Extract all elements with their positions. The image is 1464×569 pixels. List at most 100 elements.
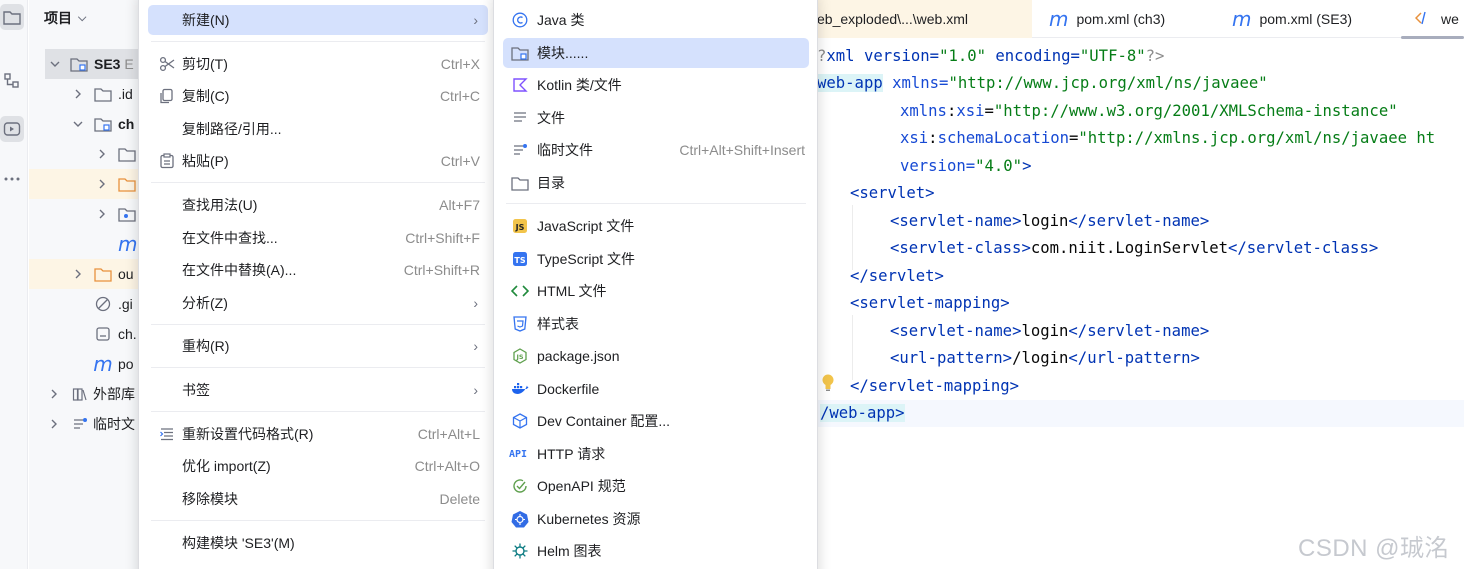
chevron-right-icon[interactable]: [96, 148, 108, 160]
tab-pom-ch3[interactable]: m pom.xml (ch3): [1049, 0, 1165, 38]
tree-label: .id: [118, 86, 133, 102]
tree-row-src-folder[interactable]: [29, 199, 149, 229]
editor-tab-bar: eb_exploded\...\web.xml m pom.xml (ch3) …: [817, 0, 1464, 39]
menu-item-bookmarks[interactable]: 书签 ›: [148, 375, 488, 405]
menu-item-remove-module[interactable]: 移除模块 Delete: [148, 484, 488, 514]
menu-item-reformat-code[interactable]: 重新设置代码格式(R) Ctrl+Alt+L: [148, 419, 488, 449]
code-line-6[interactable]: <servlet>: [850, 180, 935, 207]
chevron-right-icon[interactable]: [72, 88, 84, 100]
submenu-item-file[interactable]: 文件: [503, 103, 809, 133]
file-icon: [511, 109, 529, 127]
menu-item-find-in-files[interactable]: 在文件中查找... Ctrl+Shift+F: [148, 223, 488, 253]
tree-row-folder[interactable]: [29, 139, 149, 169]
tab-label: eb_exploded\...\web.xml: [817, 11, 968, 27]
code-line-10[interactable]: <servlet-mapping>: [850, 290, 1010, 317]
tab-pom-se3[interactable]: m pom.xml (SE3): [1232, 0, 1352, 38]
code-line-5[interactable]: version="4.0">: [900, 153, 1031, 180]
submenu-item-kubernetes[interactable]: Kubernetes 资源: [503, 504, 809, 534]
tab-web-xml[interactable]: we: [1414, 0, 1459, 38]
tree-row-iml[interactable]: ch.: [29, 319, 149, 349]
tree-row-ch3[interactable]: ch: [29, 109, 149, 139]
menu-item-cut[interactable]: 剪切(T) Ctrl+X: [148, 49, 488, 79]
nodejs-icon: JS: [511, 347, 529, 365]
submenu-item-openapi[interactable]: OpenAPI 规范: [503, 471, 809, 501]
code-line-14[interactable]: /web-app>: [820, 400, 905, 427]
submenu-item-stylesheet[interactable]: 样式表: [503, 309, 809, 339]
tree-row-pom-ch[interactable]: m: [29, 229, 149, 259]
indent-guide: [852, 315, 853, 380]
project-folder-icon[interactable]: [0, 4, 24, 30]
menu-item-copy-path[interactable]: 复制路径/引用...: [148, 114, 488, 144]
tree-row-target-folder[interactable]: [29, 169, 149, 199]
menu-item-paste[interactable]: 粘贴(P) Ctrl+V: [148, 146, 488, 176]
tree-label: .gi: [118, 296, 133, 312]
tree-row-idea[interactable]: .id: [29, 79, 149, 109]
submenu-item-typescript[interactable]: TS TypeScript 文件: [503, 244, 809, 274]
submenu-item-kotlin[interactable]: Kotlin 类/文件: [503, 70, 809, 100]
submenu-item-helm[interactable]: Helm 图表: [503, 536, 809, 566]
structure-icon[interactable]: [0, 68, 24, 94]
more-icon[interactable]: [0, 166, 24, 192]
menu-item-replace-in-files[interactable]: 在文件中替换(A)... Ctrl+Shift+R: [148, 255, 488, 285]
run-icon[interactable]: [0, 116, 24, 142]
tree-row-gitignore[interactable]: .gi: [29, 289, 149, 319]
code-line-1[interactable]: ?xml version="1.0" encoding="UTF-8"?>: [817, 43, 1164, 70]
menu-item-optimize-imports[interactable]: 优化 import(Z) Ctrl+Alt+O: [148, 451, 488, 481]
chevron-right-icon[interactable]: [48, 418, 60, 430]
chevron-right-icon[interactable]: [96, 178, 108, 190]
menu-item-find-usages[interactable]: 查找用法(U) Alt+F7: [148, 190, 488, 220]
chevron-right-icon[interactable]: [96, 208, 108, 220]
code-line-12[interactable]: <url-pattern>/login</url-pattern>: [890, 345, 1200, 372]
tree-row-pom[interactable]: m po: [29, 349, 149, 379]
submenu-item-html[interactable]: HTML 文件: [503, 276, 809, 306]
openapi-icon: [511, 477, 529, 495]
context-menu: 新建(N) › 剪切(T) Ctrl+X 复制(C) Ctrl+C 复制路径/引…: [138, 0, 495, 569]
menu-item-copy[interactable]: 复制(C) Ctrl+C: [148, 81, 488, 111]
tree-row-scratches[interactable]: 临时文: [29, 409, 149, 439]
excluded-folder-icon: [118, 175, 136, 193]
file-icon: [94, 325, 112, 343]
tree-row-external-libraries[interactable]: 外部库: [29, 379, 149, 409]
chevron-right-icon[interactable]: [72, 268, 84, 280]
tab-web-xml-exploded[interactable]: eb_exploded\...\web.xml: [817, 0, 1032, 38]
submenu-item-directory[interactable]: 目录: [503, 168, 809, 198]
project-pane-title: 项目: [44, 10, 72, 26]
chevron-right-icon: ›: [473, 382, 478, 398]
submenu-item-module[interactable]: 模块......: [503, 38, 809, 68]
code-line-3[interactable]: xmlns:xsi="http://www.w3.org/2001/XMLSch…: [900, 98, 1398, 125]
java-class-icon: [511, 11, 529, 29]
source-folder-icon: [118, 205, 136, 223]
tree-label: po: [118, 356, 134, 372]
submenu-item-java-class[interactable]: Java 类: [503, 5, 809, 35]
lightbulb-icon[interactable]: [821, 373, 835, 393]
code-line-9[interactable]: </servlet>: [850, 263, 944, 290]
menu-item-new[interactable]: 新建(N) ›: [148, 5, 488, 35]
menu-item-analyze[interactable]: 分析(Z) ›: [148, 288, 488, 318]
tree-row-out[interactable]: ou: [29, 259, 149, 289]
chevron-down-icon[interactable]: [72, 118, 84, 130]
indent-guide: [852, 205, 853, 270]
code-line-8[interactable]: <servlet-class>com.niit.LoginServlet</se…: [890, 235, 1378, 262]
code-line-11[interactable]: <servlet-name>login</servlet-name>: [890, 318, 1209, 345]
code-line-13[interactable]: </servlet-mapping>: [850, 373, 1019, 400]
submenu-item-dev-container[interactable]: Dev Container 配置...: [503, 406, 809, 436]
svg-text:TS: TS: [514, 256, 525, 265]
submenu-item-http-request[interactable]: API HTTP 请求: [503, 439, 809, 469]
submenu-item-dockerfile[interactable]: Dockerfile: [503, 374, 809, 404]
chevron-right-icon[interactable]: [48, 388, 60, 400]
code-line-2[interactable]: web-app xmlns="http://www.jcp.org/xml/ns…: [817, 70, 1268, 97]
chevron-down-icon[interactable]: [49, 58, 61, 70]
scratch-file-icon: [511, 141, 529, 159]
submenu-item-javascript[interactable]: JS JavaScript 文件: [503, 211, 809, 241]
code-line-7[interactable]: <servlet-name>login</servlet-name>: [890, 208, 1209, 235]
menu-item-refactor[interactable]: 重构(R) ›: [148, 331, 488, 361]
tree-label: ou: [118, 266, 134, 282]
code-line-4[interactable]: xsi:schemaLocation="http://xmlns.jcp.org…: [900, 125, 1435, 152]
submenu-item-package-json[interactable]: JS package.json: [503, 341, 809, 371]
docker-icon: [511, 380, 529, 398]
menu-item-build-module[interactable]: 构建模块 'SE3'(M): [148, 528, 488, 558]
project-pane-header[interactable]: 项目 ⌵: [44, 8, 86, 28]
tab-label: pom.xml (SE3): [1259, 11, 1353, 27]
dev-container-icon: [511, 412, 529, 430]
submenu-item-scratch-file[interactable]: 临时文件 Ctrl+Alt+Shift+Insert: [503, 135, 809, 165]
